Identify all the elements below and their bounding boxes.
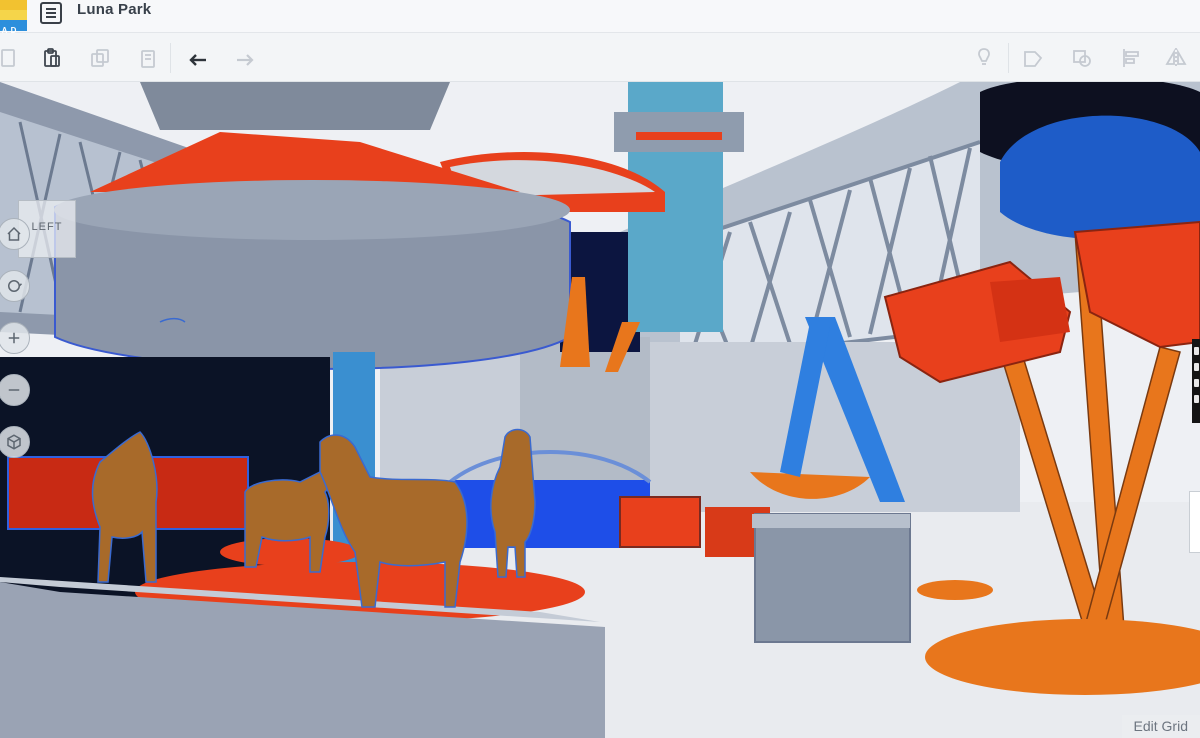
align-icon[interactable] <box>1115 42 1147 74</box>
mirror-icon[interactable] <box>1160 42 1192 74</box>
copy-icon[interactable] <box>0 42 24 74</box>
light-bulb-icon[interactable] <box>968 42 1000 74</box>
title-bar: AD Luna Park <box>0 0 1200 35</box>
group-icon[interactable] <box>1017 42 1049 74</box>
shape-panel-tab[interactable] <box>1189 491 1200 553</box>
view-cube-face-label: LEFT <box>31 221 63 233</box>
list-menu-icon[interactable] <box>40 2 62 24</box>
clipboard-icon[interactable] <box>36 42 68 74</box>
scene-render <box>0 82 1200 738</box>
duplicate-icon[interactable] <box>84 42 116 74</box>
right-side-panel-handle[interactable] <box>1192 339 1200 423</box>
redo-arrow-icon[interactable] <box>229 42 261 74</box>
toolbar <box>0 33 1200 82</box>
undo-arrow-icon[interactable] <box>182 42 214 74</box>
ungroup-icon[interactable] <box>1066 42 1098 74</box>
3d-viewport[interactable]: LEFT Edit Grid <box>0 82 1200 738</box>
project-title[interactable]: Luna Park <box>77 1 151 18</box>
trash-icon[interactable] <box>132 42 164 74</box>
edit-grid-button[interactable]: Edit Grid <box>1121 715 1200 738</box>
tinkercad-logo[interactable]: AD <box>0 0 27 35</box>
